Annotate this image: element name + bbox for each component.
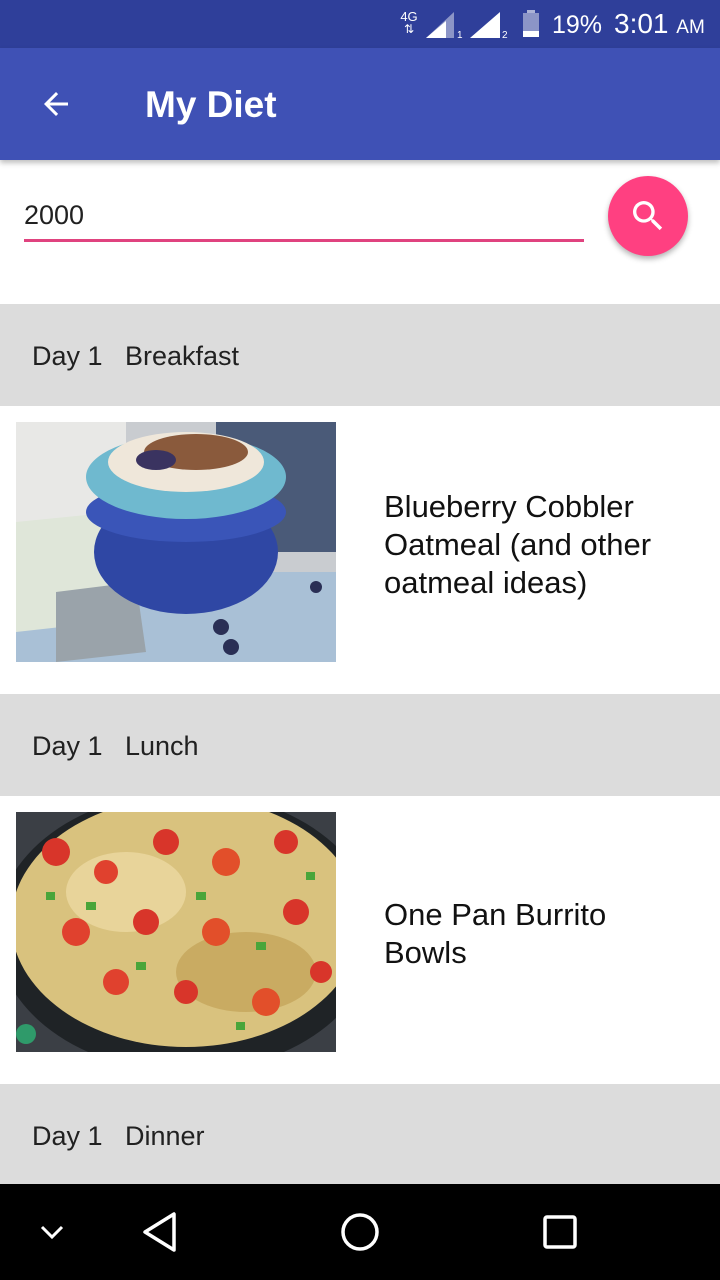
section-header-breakfast: Day 1 Breakfast [0, 304, 720, 406]
sim1-label: 1 [457, 30, 463, 40]
nav-back-button[interactable] [130, 1184, 190, 1280]
section-meal: Breakfast [125, 341, 240, 371]
section-meal: Dinner [125, 1121, 205, 1151]
burrito-bowl-pan-photo [16, 812, 336, 1052]
section-day: Day 1 [32, 731, 103, 761]
app-bar: My Diet [0, 48, 720, 160]
data-arrows-icon: ⇅ [403, 22, 415, 36]
sim2-label: 2 [502, 30, 508, 40]
network-indicator: 4G ⇅ [396, 10, 422, 38]
clock: 3:01 AM [614, 8, 705, 44]
nav-home-button[interactable] [330, 1184, 390, 1280]
battery-percent: 19% [552, 11, 603, 39]
back-triangle-icon [143, 1212, 176, 1252]
back-button[interactable] [26, 78, 86, 130]
section-meal: Lunch [125, 731, 199, 761]
page-title: My Diet [145, 84, 277, 125]
clock-time: 3:01 [614, 8, 669, 39]
system-nav-bar [0, 1184, 720, 1280]
status-bar: 4G ⇅ 1 2 19% 3:01 AM [0, 0, 720, 48]
search-button[interactable] [608, 176, 688, 256]
signal-sim2-icon: 2 [470, 12, 508, 40]
signal-sim1-icon: 1 [426, 12, 463, 40]
recipe-title: One Pan Burrito Bowls [384, 897, 607, 970]
recipe-item-breakfast[interactable]: Blueberry Cobbler Oatmeal (and other oat… [0, 406, 720, 694]
search-icon [633, 201, 663, 231]
section-header-lunch: Day 1 Lunch [0, 694, 720, 796]
battery-icon [523, 10, 539, 37]
oatmeal-bowl-photo [16, 422, 336, 662]
home-circle-icon [341, 1213, 379, 1251]
hide-nav-button[interactable] [22, 1184, 82, 1280]
section-header-dinner: Day 1 Dinner [0, 1084, 720, 1184]
recipe-title: Blueberry Cobbler Oatmeal (and other oat… [384, 489, 652, 600]
calorie-search-input[interactable] [24, 192, 584, 242]
arrow-back-icon [44, 92, 68, 116]
chevron-down-icon [40, 1225, 64, 1240]
section-day: Day 1 [32, 341, 103, 371]
recipe-item-lunch[interactable]: One Pan Burrito Bowls [0, 796, 720, 1084]
nav-recents-button[interactable] [530, 1184, 590, 1280]
section-day: Day 1 [32, 1121, 103, 1151]
clock-ampm: AM [676, 17, 705, 38]
recents-square-icon [543, 1215, 577, 1249]
